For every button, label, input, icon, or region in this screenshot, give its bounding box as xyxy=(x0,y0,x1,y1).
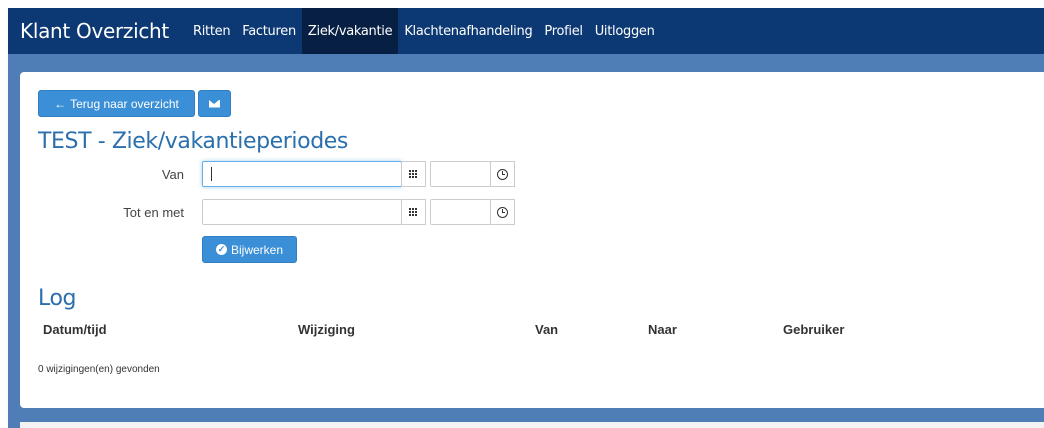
log-count-text: 0 wijzigingen(en) gevonden xyxy=(38,364,160,375)
to-label: Tot en met xyxy=(123,205,184,220)
update-button[interactable]: ✓ Bijwerken xyxy=(202,236,297,263)
nav-item-ritten[interactable]: Ritten xyxy=(187,8,236,54)
column-header-datetime: Datum/tijd xyxy=(43,322,107,337)
calendar-grid-icon xyxy=(409,169,418,179)
nav-item-profiel[interactable]: Profiel xyxy=(538,8,588,54)
update-button-label: Bijwerken xyxy=(230,242,284,257)
brand-title[interactable]: Klant Overzicht xyxy=(8,19,187,43)
to-time-button[interactable] xyxy=(490,199,515,225)
column-header-change: Wijziging xyxy=(298,322,355,337)
next-panel-edge xyxy=(20,422,1044,428)
nav-item-facturen[interactable]: Facturen xyxy=(236,8,302,54)
email-button[interactable] xyxy=(198,90,231,117)
nav-item-klachtenafhandeling[interactable]: Klachtenafhandeling xyxy=(398,8,538,54)
arrow-left-icon: ← xyxy=(54,96,67,111)
from-label: Van xyxy=(161,167,184,182)
text-cursor xyxy=(211,167,212,181)
clock-icon xyxy=(497,206,508,218)
column-header-from: Van xyxy=(535,322,559,337)
from-time-button[interactable] xyxy=(490,161,515,187)
clock-icon xyxy=(497,168,508,180)
log-title: Log xyxy=(38,286,77,311)
check-circle-icon: ✓ xyxy=(215,244,227,255)
column-header-user: Gebruiker xyxy=(783,322,845,337)
content-panel xyxy=(20,72,1044,408)
back-to-overview-button[interactable]: ← Terug naar overzicht xyxy=(38,90,195,117)
top-navbar: Klant Overzicht Ritten Facturen Ziek/vak… xyxy=(8,8,1044,54)
to-time-input[interactable] xyxy=(430,199,491,225)
to-calendar-button[interactable] xyxy=(401,199,426,225)
to-date-input[interactable] xyxy=(202,199,402,225)
back-button-label: Terug naar overzicht xyxy=(70,96,179,111)
nav-item-ziek-vakantie[interactable]: Ziek/vakantie xyxy=(301,8,399,54)
from-calendar-button[interactable] xyxy=(401,161,426,187)
page-title: TEST - Ziek/vakantieperiodes xyxy=(38,129,348,154)
from-time-input[interactable] xyxy=(430,161,491,187)
envelope-icon xyxy=(209,99,220,108)
calendar-grid-icon xyxy=(409,207,418,217)
column-header-to: Naar xyxy=(648,322,677,337)
nav-item-uitloggen[interactable]: Uitloggen xyxy=(589,8,661,54)
from-date-input[interactable] xyxy=(202,161,402,187)
